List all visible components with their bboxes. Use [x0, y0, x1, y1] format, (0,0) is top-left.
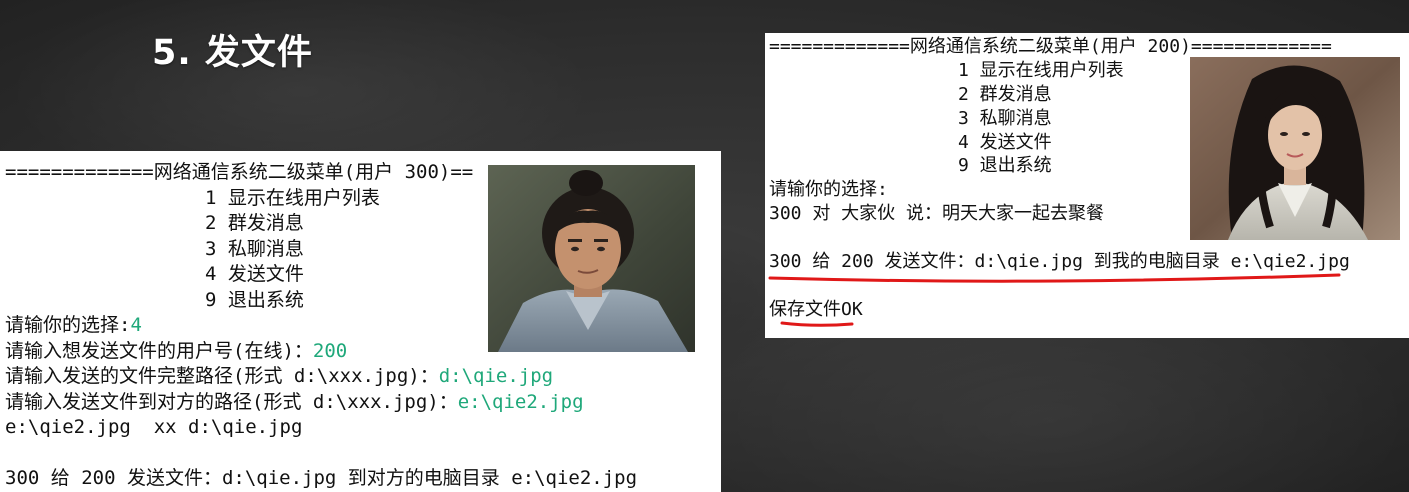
slide-background: 5. 发文件 =============网络通信系统二级菜单(用户 300)==… — [0, 0, 1409, 492]
right-eyebrow — [594, 239, 608, 242]
left-eyebrow — [568, 239, 582, 242]
prompt-text: 请输入发送文件到对方的路径(形式 d:\xxx.jpg)： — [5, 390, 458, 413]
photo-woman — [1190, 57, 1400, 240]
file-saved-line: 保存文件OK — [769, 298, 863, 320]
prompt-dest-path: 请输入发送文件到对方的路径(形式 d:\xxx.jpg)：e:\qie2.jpg — [0, 390, 721, 416]
prompt-source-path: 请输入发送的文件完整路径(形式 d:\xxx.jpg)：d:\qie.jpg — [0, 364, 721, 390]
console-panel-user-300: =============网络通信系统二级菜单(用户 300)== 1 显示在线… — [0, 151, 721, 492]
choice-prompt: 请输你的选择: — [5, 314, 131, 336]
echo-line: e:\qie2.jpg xx d:\qie.jpg — [5, 416, 303, 438]
left-eye — [1280, 132, 1288, 136]
prompt-input: d:\qie.jpg — [438, 365, 554, 387]
prompt-text: 请输入发送的文件完整路径(形式 d:\xxx.jpg)： — [5, 365, 439, 387]
photo-woman-image — [1190, 57, 1400, 240]
menu-header: =============网络通信系统二级菜单(用户 200)=========… — [769, 36, 1332, 57]
red-underline-saved — [780, 321, 854, 327]
red-underline-file-line — [768, 273, 1341, 283]
prompt-input: e:\qie2.jpg — [457, 390, 584, 413]
console-panel-user-200: =============网络通信系统二级菜单(用户 200)=========… — [765, 33, 1409, 338]
choice-input: 4 — [130, 314, 142, 336]
right-eye — [597, 246, 605, 252]
right-eye — [1302, 132, 1310, 136]
slide-title: 5. 发文件 — [152, 33, 313, 73]
photo-man-image — [488, 165, 695, 352]
send-result-line: 300 给 200 发送文件：d:\qie.jpg 到对方的电脑目录 e:\qi… — [5, 467, 638, 489]
topknot — [569, 170, 603, 196]
left-eye — [571, 246, 579, 252]
photo-man — [488, 165, 695, 352]
prompt-text: 请输入想发送文件的用户号(在线)： — [5, 339, 313, 362]
prompt-input: 200 — [312, 339, 348, 362]
